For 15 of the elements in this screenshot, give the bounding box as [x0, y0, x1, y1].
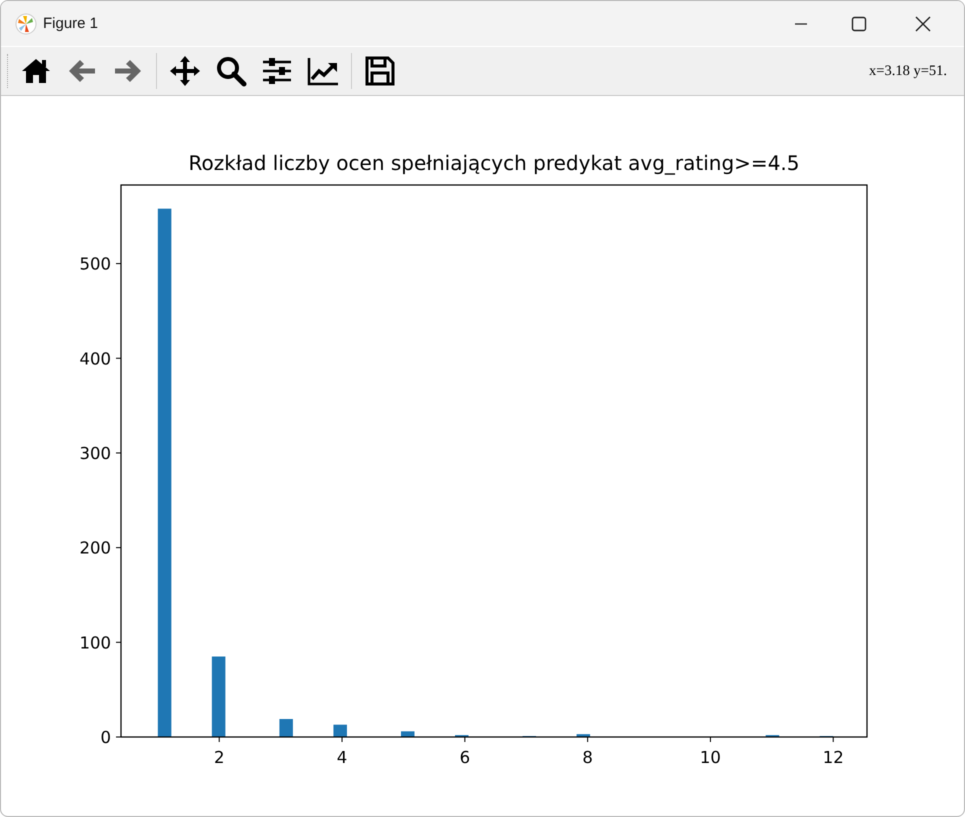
- x-tick-label: 6: [460, 748, 470, 767]
- y-tick-label: 500: [80, 254, 111, 274]
- y-tick-label: 300: [80, 444, 111, 463]
- x-tick-label: 8: [582, 748, 593, 767]
- x-tick-label: 2: [214, 748, 224, 767]
- y-tick-label: 0: [100, 728, 111, 747]
- x-tick-label: 4: [336, 748, 348, 767]
- window-title: Figure 1: [43, 15, 100, 32]
- cursor-coordinates: x=3.18 y=51.: [869, 62, 947, 80]
- chart-title: Rozkład liczby ocen spełniających predykat avg_rating>=4.5: [188, 151, 800, 175]
- y-tick-label: 200: [80, 538, 111, 558]
- y-tick-label: 100: [80, 633, 111, 652]
- x-tick-label: 10: [700, 748, 721, 767]
- y-tick-label: 400: [80, 349, 111, 368]
- x-tick-label: 12: [822, 748, 844, 767]
